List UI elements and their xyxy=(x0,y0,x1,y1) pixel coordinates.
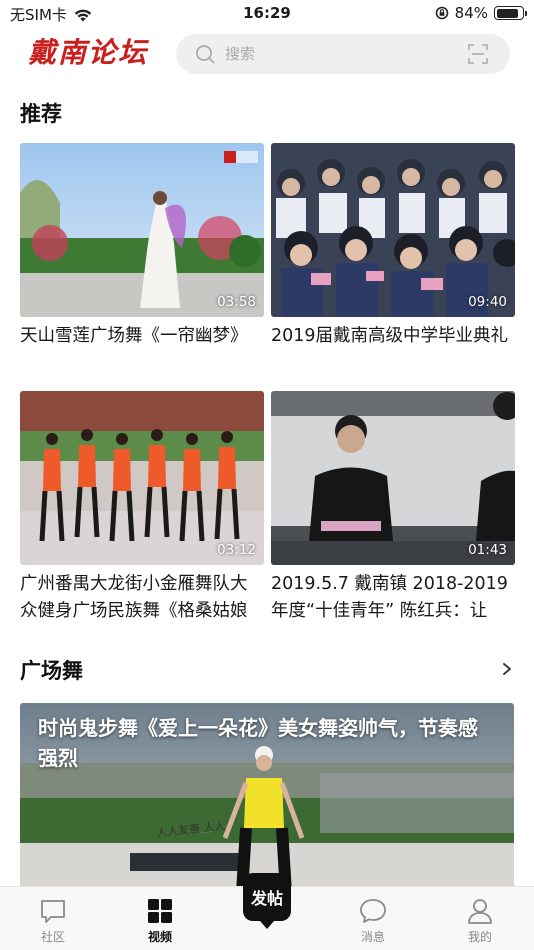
video-thumbnail: 09:40 xyxy=(271,143,515,317)
search-bar[interactable] xyxy=(176,34,510,74)
user-icon xyxy=(468,899,492,924)
message-icon xyxy=(360,899,386,923)
thumbnail-image xyxy=(20,391,264,565)
post-button-label: 发帖 xyxy=(243,873,291,921)
thumbnail-image xyxy=(271,391,515,565)
video-card[interactable]: 01:43 2019.5.7 戴南镇 2018-2019年度“十佳青年” 陈红兵… xyxy=(271,391,515,625)
tab-profile[interactable]: 我的 xyxy=(440,897,520,945)
video-title[interactable]: 广州番禺大龙街小金雁舞队大众健身广场民族舞《格桑姑娘 xyxy=(20,571,264,625)
video-thumbnail: 03:12 xyxy=(20,391,264,565)
thumbnail-image xyxy=(20,143,264,317)
video-title[interactable]: 2019.5.7 戴南镇 2018-2019年度“十佳青年” 陈红兵：让 xyxy=(271,571,515,625)
chat-bubble-icon xyxy=(41,900,65,923)
thumbnail-image xyxy=(271,143,515,317)
post-button-tail xyxy=(260,921,274,929)
tab-community[interactable]: 社区 xyxy=(13,897,93,945)
scan-icon[interactable] xyxy=(468,44,488,64)
status-right: 84% xyxy=(435,4,527,22)
grid-icon xyxy=(148,899,172,923)
tab-label: 视频 xyxy=(147,930,172,944)
bottom-tab-bar: 社区 视频 发帖 消息 我的 xyxy=(0,873,534,950)
chevron-right-icon[interactable] xyxy=(500,662,514,676)
status-bar: 无SIM卡 16:29 84% xyxy=(0,0,534,30)
rotation-lock-icon xyxy=(435,6,448,20)
tab-messages[interactable]: 消息 xyxy=(333,897,413,945)
featured-video-card[interactable]: 人人友善 人人 时尚鬼步舞《爱上一朵花》美女舞姿帅气，节奏感强烈 xyxy=(20,703,514,893)
post-button[interactable]: 发帖 xyxy=(243,873,291,929)
video-thumbnail: 03:58 xyxy=(20,143,264,317)
video-title[interactable]: 天山雪莲广场舞《一帘幽梦》 xyxy=(20,323,264,377)
battery-fill xyxy=(496,8,518,18)
battery-percent: 84% xyxy=(454,4,488,22)
video-thumbnail: 01:43 xyxy=(271,391,515,565)
video-card[interactable]: 09:40 2019届戴南高级中学毕业典礼 xyxy=(271,143,515,377)
tab-video[interactable]: 视频 xyxy=(120,897,200,945)
tab-label: 消息 xyxy=(360,930,385,944)
header: 戴南论坛 xyxy=(0,33,534,77)
video-card[interactable]: 03:58 天山雪莲广场舞《一帘幽梦》 xyxy=(20,143,264,377)
video-duration: 03:12 xyxy=(217,542,256,558)
section-title-recommend: 推荐 xyxy=(20,102,62,126)
tab-label: 社区 xyxy=(40,930,65,944)
tab-label: 我的 xyxy=(467,930,492,944)
video-duration: 03:58 xyxy=(217,294,256,310)
video-duration: 01:43 xyxy=(468,542,507,558)
search-icon xyxy=(196,45,215,64)
video-title[interactable]: 2019届戴南高级中学毕业典礼 xyxy=(271,323,515,377)
battery-icon xyxy=(494,6,527,20)
app-logo[interactable]: 戴南论坛 xyxy=(28,33,148,73)
video-duration: 09:40 xyxy=(468,294,507,310)
video-card[interactable]: 03:12 广州番禺大龙街小金雁舞队大众健身广场民族舞《格桑姑娘 xyxy=(20,391,264,625)
section-title-square-dance: 广场舞 xyxy=(20,659,83,683)
search-input[interactable] xyxy=(225,45,445,63)
featured-video-title[interactable]: 时尚鬼步舞《爱上一朵花》美女舞姿帅气，节奏感强烈 xyxy=(38,713,496,773)
